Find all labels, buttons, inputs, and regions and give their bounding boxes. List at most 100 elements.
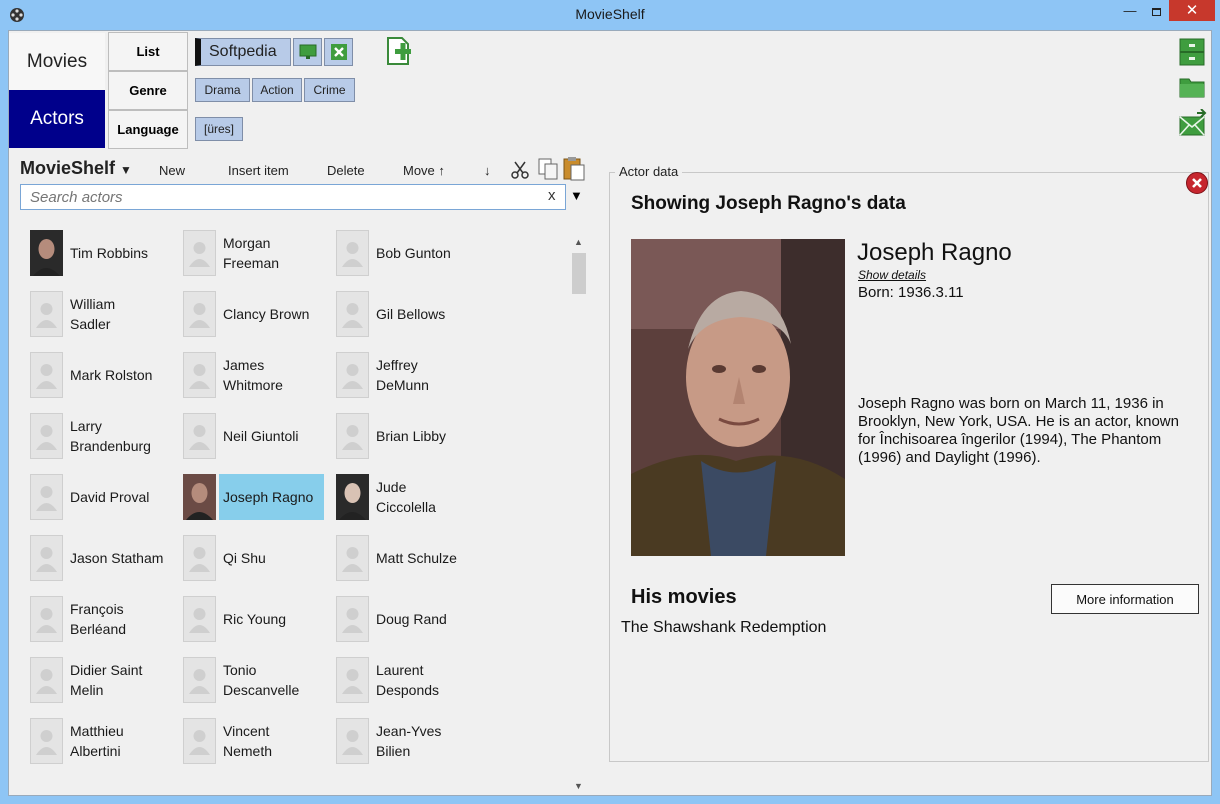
actor-item[interactable]: Didier Saint Melin — [30, 657, 175, 703]
scrollbar-thumb[interactable] — [572, 253, 586, 294]
actor-name-label: David Proval — [70, 489, 150, 505]
actor-item[interactable]: Mark Rolston — [30, 352, 175, 398]
actor-portrait — [631, 239, 845, 556]
language-chip[interactable]: [üres] — [195, 117, 243, 141]
actor-item[interactable]: Doug Rand — [336, 596, 481, 642]
actor-item[interactable]: Qi Shu — [183, 535, 328, 581]
actor-item[interactable]: Jean-Yves Bilien — [336, 718, 481, 764]
actor-name-label: Jason Statham — [70, 550, 164, 566]
move-up-button[interactable]: Move ↑ — [403, 163, 445, 178]
actor-item[interactable]: Tim Robbins — [30, 230, 175, 276]
actor-item[interactable]: Matt Schulze — [336, 535, 481, 581]
actor-item[interactable]: David Proval — [30, 474, 175, 520]
delete-button-label: Delete — [327, 163, 365, 178]
actor-item[interactable]: Clancy Brown — [183, 291, 328, 337]
actor-item[interactable]: Jason Statham — [30, 535, 175, 581]
placeholder-person-icon — [183, 352, 216, 398]
movie-list-item[interactable]: The Shawshank Redemption — [621, 619, 826, 637]
move-down-label: ↓ — [484, 163, 491, 178]
placeholder-person-icon — [336, 352, 369, 398]
placeholder-person-icon — [183, 657, 216, 703]
actor-name-label: Didier Saint Melin — [70, 662, 143, 698]
minimize-button[interactable]: — — [1117, 0, 1143, 22]
actor-thumbnail — [336, 474, 369, 520]
actor-item[interactable]: Ric Young — [183, 596, 328, 642]
cabinet-icon[interactable] — [1178, 37, 1206, 67]
actor-bio: Joseph Ragno was born on March 11, 1936 … — [858, 395, 1179, 466]
folder-icon[interactable] — [1178, 73, 1206, 101]
actor-name-label: Jean-Yves Bilien — [376, 723, 442, 759]
actor-name-label: Tim Robbins — [70, 245, 149, 261]
move-down-button[interactable]: ↓ — [484, 163, 491, 178]
genre-chip-action[interactable]: Action — [252, 78, 302, 102]
close-panel-icon[interactable] — [1185, 171, 1209, 195]
new-button[interactable]: New — [159, 163, 185, 178]
actor-item[interactable]: James Whitmore — [183, 352, 328, 398]
export-mail-icon[interactable] — [1178, 109, 1208, 139]
close-window-button[interactable]: ✕ — [1169, 0, 1215, 21]
actor-item[interactable]: Gil Bellows — [336, 291, 481, 337]
collection-dropdown[interactable]: MovieShelf ▼ — [20, 158, 132, 179]
search-options-dropdown[interactable]: ▼ — [570, 188, 583, 203]
scroll-down-arrow-icon[interactable]: ▼ — [574, 781, 583, 791]
placeholder-person-icon — [336, 230, 369, 276]
tab-actors[interactable]: Actors — [9, 90, 105, 148]
placeholder-person-icon — [30, 413, 63, 459]
actor-name-label: Ric Young — [223, 611, 287, 627]
actor-item[interactable]: Joseph Ragno — [183, 474, 328, 520]
actor-item[interactable]: Matthieu Albertini — [30, 718, 175, 764]
actor-name-label: Joseph Ragno — [219, 474, 324, 520]
delete-button[interactable]: Delete — [327, 163, 365, 178]
subtab-language[interactable]: Language — [108, 110, 188, 149]
actor-name-label: James Whitmore — [223, 357, 283, 393]
actor-item[interactable]: Vincent Nemeth — [183, 718, 328, 764]
actor-item[interactable]: Bob Gunton — [336, 230, 481, 276]
placeholder-person-icon — [336, 413, 369, 459]
actor-item[interactable]: François Berléand — [30, 596, 175, 642]
add-document-icon[interactable] — [383, 35, 415, 67]
maximize-button[interactable] — [1143, 0, 1169, 22]
actor-item[interactable]: Laurent Desponds — [336, 657, 481, 703]
insert-item-button[interactable]: Insert item — [228, 163, 289, 178]
actor-item[interactable]: Larry Brandenburg — [30, 413, 175, 459]
search-input[interactable] — [21, 185, 531, 209]
subtab-list[interactable]: List — [108, 32, 188, 71]
placeholder-person-icon — [30, 352, 63, 398]
show-details-link[interactable]: Show details — [858, 268, 926, 282]
actor-name-label: Tonio Descanvelle — [223, 662, 300, 698]
actor-item[interactable]: Morgan Freeman — [183, 230, 328, 276]
actor-item[interactable]: Brian Libby — [336, 413, 481, 459]
subtab-genre[interactable]: Genre — [108, 71, 188, 110]
actor-item[interactable]: Neil Giuntoli — [183, 413, 328, 459]
actor-thumbnail — [183, 474, 216, 520]
tab-movies[interactable]: Movies — [9, 33, 105, 91]
placeholder-person-icon — [183, 596, 216, 642]
actor-item[interactable]: Jude Ciccolella — [336, 474, 481, 520]
actor-name-label: Gil Bellows — [376, 306, 446, 322]
source-filter[interactable]: Softpedia — [195, 38, 291, 66]
scroll-up-arrow-icon[interactable]: ▲ — [574, 237, 583, 247]
window-title: MovieShelf — [575, 6, 645, 22]
actor-name-label: William Sadler — [70, 296, 116, 332]
actor-name-label: Jude Ciccolella — [376, 479, 436, 515]
scissors-icon[interactable] — [510, 160, 530, 180]
movies-heading: His movies — [631, 586, 737, 608]
actor-item[interactable]: Jeffrey DeMunn — [336, 352, 481, 398]
actor-item[interactable]: Tonio Descanvelle — [183, 657, 328, 703]
genre-chip-drama[interactable]: Drama — [195, 78, 250, 102]
actor-name-label: Clancy Brown — [223, 306, 310, 322]
copy-icon[interactable] — [537, 157, 559, 181]
actor-list-scrollbar[interactable]: ▲ ▼ — [570, 233, 587, 796]
title-bar: MovieShelf — ✕ — [0, 0, 1220, 30]
source-remove-button[interactable] — [324, 38, 353, 66]
more-information-button[interactable]: More information — [1051, 584, 1199, 614]
insert-item-label: Insert item — [228, 163, 289, 178]
paste-icon[interactable] — [562, 156, 586, 182]
placeholder-person-icon — [30, 718, 63, 764]
source-edit-button[interactable] — [293, 38, 322, 66]
actor-item[interactable]: William Sadler — [30, 291, 175, 337]
birth-date: Born: 1936.3.11 — [858, 284, 964, 301]
clear-search-button[interactable]: x — [548, 187, 556, 204]
actor-name-label: Vincent Nemeth — [223, 723, 273, 759]
genre-chip-crime[interactable]: Crime — [304, 78, 355, 102]
